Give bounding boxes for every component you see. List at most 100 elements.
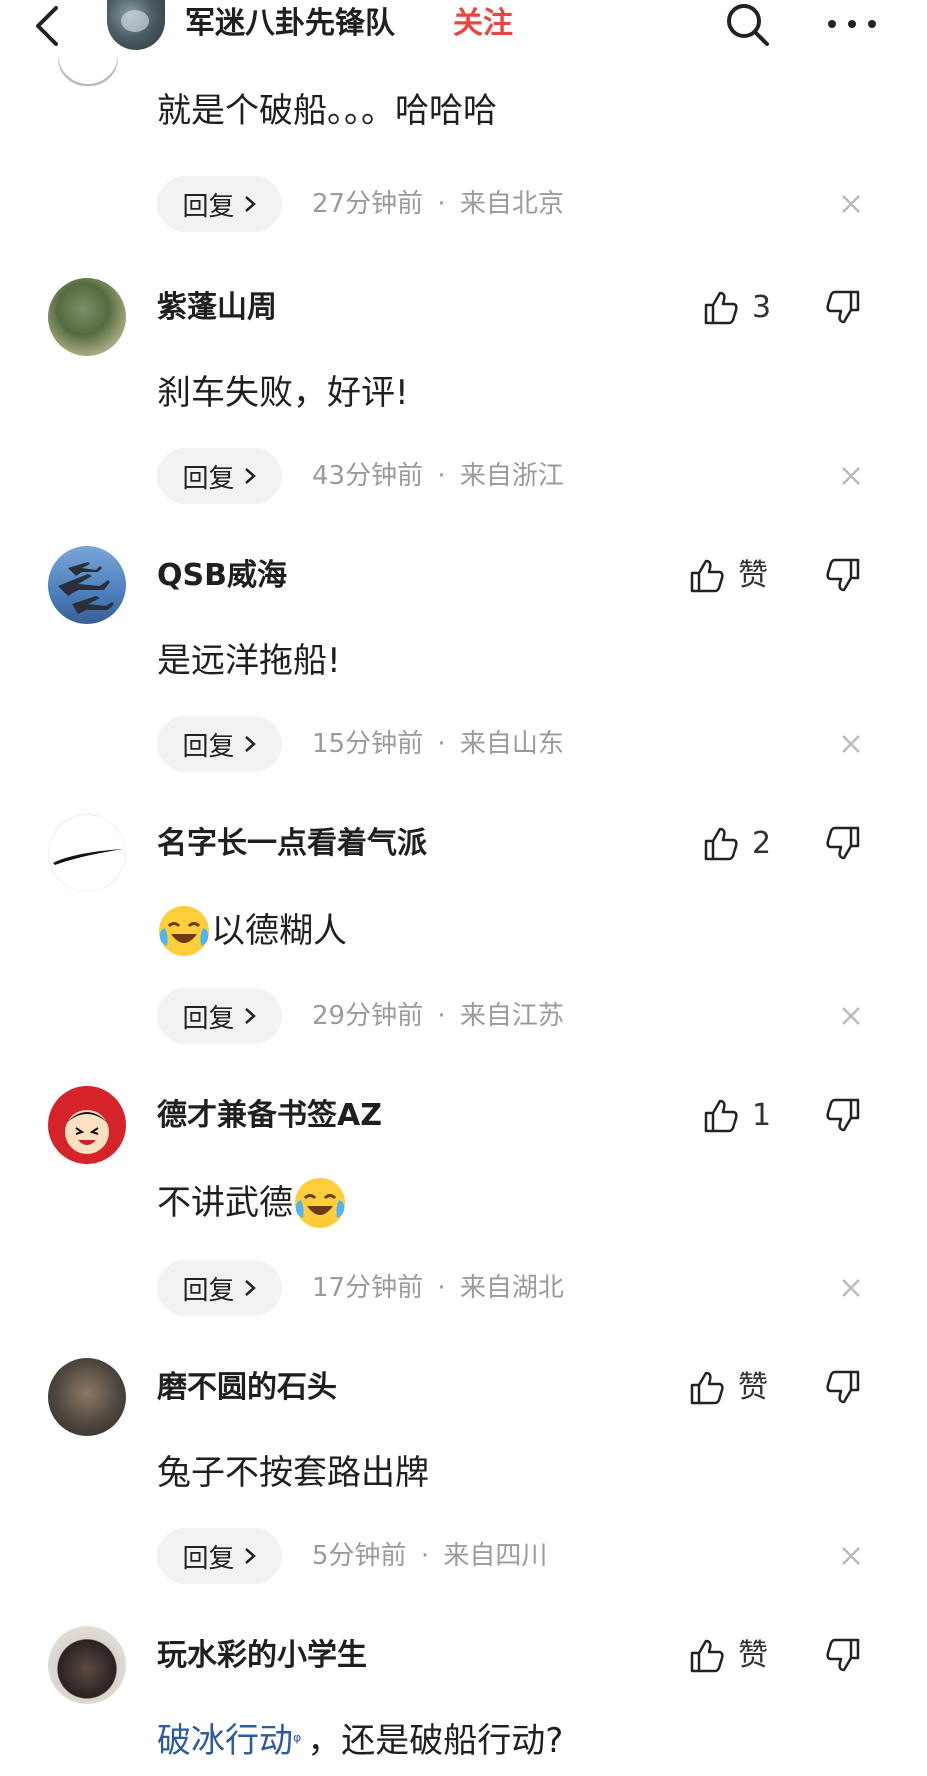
- comment-time: 29分钟前: [312, 1001, 424, 1031]
- comment-username[interactable]: 玩水彩的小学生: [157, 1636, 367, 1676]
- reply-label: 回复: [182, 731, 235, 762]
- thumbs-down-icon[interactable]: [824, 556, 862, 596]
- more-icon[interactable]: [822, 6, 882, 42]
- reply-button[interactable]: 回复: [157, 1528, 282, 1584]
- like-count: 3: [752, 290, 772, 325]
- crying-laughing-emoji-icon: [295, 1178, 345, 1228]
- comment-text: 以德糊人: [157, 904, 347, 958]
- meta-separator: ·: [437, 1273, 446, 1303]
- avatar[interactable]: [48, 278, 126, 356]
- thumbs-down-icon[interactable]: [824, 1368, 862, 1408]
- brush-stroke-icon: [53, 849, 123, 865]
- meta-separator: ·: [420, 1541, 430, 1571]
- reply-label: 回复: [182, 1543, 235, 1574]
- close-icon[interactable]: [840, 733, 862, 755]
- thumbs-down-icon[interactable]: [824, 288, 862, 328]
- comment-location: 来自湖北: [459, 1273, 564, 1303]
- thumbs-down-icon[interactable]: [824, 824, 862, 864]
- close-icon[interactable]: [840, 1005, 862, 1027]
- meta-separator: ·: [437, 1001, 446, 1031]
- account-avatar[interactable]: [107, 0, 165, 50]
- topic-link[interactable]: 破冰行动: [157, 1718, 293, 1764]
- chevron-right-icon: [244, 196, 256, 212]
- thumbs-up-icon: [690, 559, 724, 593]
- close-icon[interactable]: [840, 193, 862, 215]
- comment-username[interactable]: 磨不圆的石头: [157, 1368, 337, 1408]
- avatar[interactable]: [48, 1358, 126, 1436]
- comment-location: 来自浙江: [459, 461, 564, 491]
- back-arrow-icon[interactable]: [28, 2, 68, 50]
- chevron-right-icon: [244, 736, 256, 752]
- reply-label: 回复: [182, 1275, 235, 1306]
- comment-text-content: 不讲武德: [157, 1183, 293, 1223]
- close-icon[interactable]: [840, 465, 862, 487]
- thumbs-down-icon[interactable]: [824, 1636, 862, 1676]
- comment-text-content: 以德糊人: [211, 911, 347, 951]
- avatar[interactable]: [48, 1626, 126, 1704]
- like-button[interactable]: 3: [702, 286, 771, 330]
- close-icon[interactable]: [840, 1545, 862, 1567]
- reply-label: 回复: [182, 463, 235, 494]
- like-count: 赞: [738, 558, 768, 593]
- reply-button[interactable]: 回复: [157, 176, 282, 232]
- comment-location: 来自四川: [443, 1541, 548, 1571]
- top-bar: 军迷八卦先锋队 关注: [0, 0, 927, 58]
- comment-location: 来自北京: [459, 189, 564, 219]
- comment-text: 刹车失败，好评!: [157, 373, 409, 413]
- comment-username[interactable]: 紫蓬山周: [157, 288, 277, 328]
- thumbs-up-icon: [690, 1371, 724, 1405]
- thumbs-up-icon: [704, 827, 738, 861]
- reply-label: 回复: [182, 1003, 235, 1034]
- crying-laughing-emoji-icon: [159, 906, 209, 956]
- avatar[interactable]: [48, 546, 126, 624]
- comment-time: 17分钟前: [312, 1273, 424, 1303]
- avatar: [58, 58, 118, 86]
- comment-username[interactable]: QSB威海: [157, 556, 287, 596]
- reply-button[interactable]: 回复: [157, 1260, 282, 1316]
- comment-text: 破冰行动 ᵠ ，还是破船行动?: [157, 1718, 563, 1764]
- reply-button[interactable]: 回复: [157, 988, 282, 1044]
- comment-time: 27分钟前: [312, 189, 424, 219]
- chevron-right-icon: [244, 468, 256, 484]
- reply-label: 回复: [182, 191, 235, 222]
- like-button[interactable]: 赞: [688, 554, 768, 598]
- meta-separator: ·: [437, 461, 446, 491]
- comment-username[interactable]: 德才兼备书签AZ: [157, 1096, 382, 1136]
- account-name[interactable]: 军迷八卦先锋队: [185, 2, 395, 46]
- like-count: 赞: [738, 1638, 768, 1673]
- like-button[interactable]: 1: [702, 1094, 771, 1138]
- chevron-right-icon: [244, 1280, 256, 1296]
- comment-text: 不讲武德: [157, 1176, 347, 1230]
- like-button[interactable]: 2: [702, 822, 771, 866]
- reply-button[interactable]: 回复: [157, 448, 282, 504]
- like-count: 2: [752, 826, 772, 861]
- follow-button[interactable]: 关注: [453, 2, 513, 46]
- comment-time: 43分钟前: [312, 461, 424, 491]
- thumbs-up-icon: [704, 291, 738, 325]
- thumbs-down-icon[interactable]: [824, 1096, 862, 1136]
- comment-meta: 5分钟前 · 来自四川: [312, 1528, 547, 1584]
- like-count: 1: [752, 1098, 772, 1133]
- comment-location: 来自江苏: [459, 1001, 564, 1031]
- comment-time: 15分钟前: [312, 729, 424, 759]
- comment-meta: 17分钟前 · 来自湖北: [312, 1260, 564, 1316]
- comment-meta: 43分钟前 · 来自浙江: [312, 448, 564, 504]
- search-icon[interactable]: [723, 0, 773, 50]
- comment-text: 就是个破船。。。哈哈哈: [157, 91, 497, 131]
- search-icon: ᵠ: [293, 1729, 302, 1753]
- avatar[interactable]: [48, 814, 126, 892]
- avatar[interactable]: [48, 1086, 126, 1164]
- like-button[interactable]: 赞: [688, 1634, 768, 1678]
- comment-text: 是远洋拖船!: [157, 641, 341, 681]
- comment-text-content: ，还是破船行动?: [307, 1721, 564, 1761]
- comment-location: 来自山东: [459, 729, 564, 759]
- like-button[interactable]: 赞: [688, 1366, 768, 1410]
- close-icon[interactable]: [840, 1277, 862, 1299]
- comment-time: 5分钟前: [312, 1541, 407, 1571]
- like-count: 赞: [738, 1370, 768, 1405]
- comment-meta: 15分钟前 · 来自山东: [312, 716, 564, 772]
- reply-button[interactable]: 回复: [157, 716, 282, 772]
- chevron-right-icon: [244, 1008, 256, 1024]
- comment-meta: 27分钟前 · 来自北京: [312, 176, 564, 232]
- comment-username[interactable]: 名字长一点看着气派: [157, 824, 427, 864]
